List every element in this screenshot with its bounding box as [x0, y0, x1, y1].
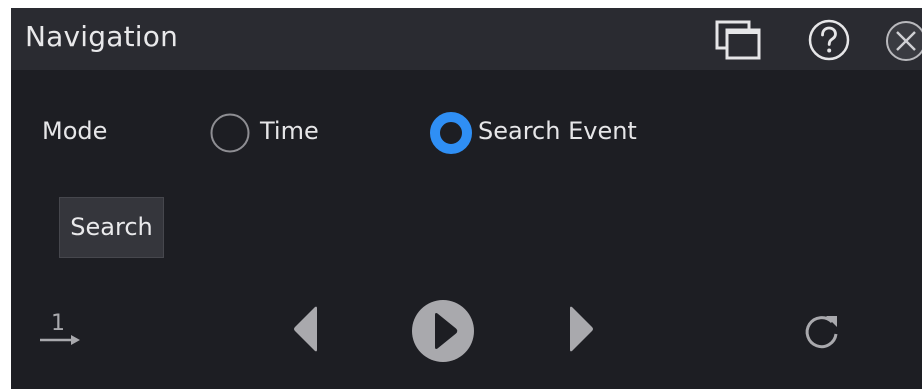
play-icon[interactable]	[410, 298, 476, 364]
previous-icon[interactable]	[291, 305, 323, 353]
radio-time[interactable]	[209, 112, 251, 154]
navigation-dialog: Navigation Mode Time Search Event Search	[11, 8, 922, 389]
radio-time-label[interactable]: Time	[260, 117, 319, 145]
mode-label: Mode	[42, 117, 108, 145]
title-bar: Navigation	[11, 8, 922, 70]
search-button[interactable]: Search	[59, 197, 164, 258]
radio-search-event-label[interactable]: Search Event	[478, 117, 637, 145]
help-icon[interactable]	[807, 18, 851, 62]
restore-windows-icon[interactable]	[714, 19, 762, 61]
step-number-text: 1	[51, 311, 65, 336]
reset-icon[interactable]	[800, 310, 844, 354]
window-title: Navigation	[25, 20, 179, 53]
next-icon[interactable]	[564, 305, 596, 353]
close-icon[interactable]	[884, 19, 922, 63]
radio-search-event[interactable]	[430, 112, 472, 154]
step-number-icon[interactable]: 1	[37, 306, 87, 350]
